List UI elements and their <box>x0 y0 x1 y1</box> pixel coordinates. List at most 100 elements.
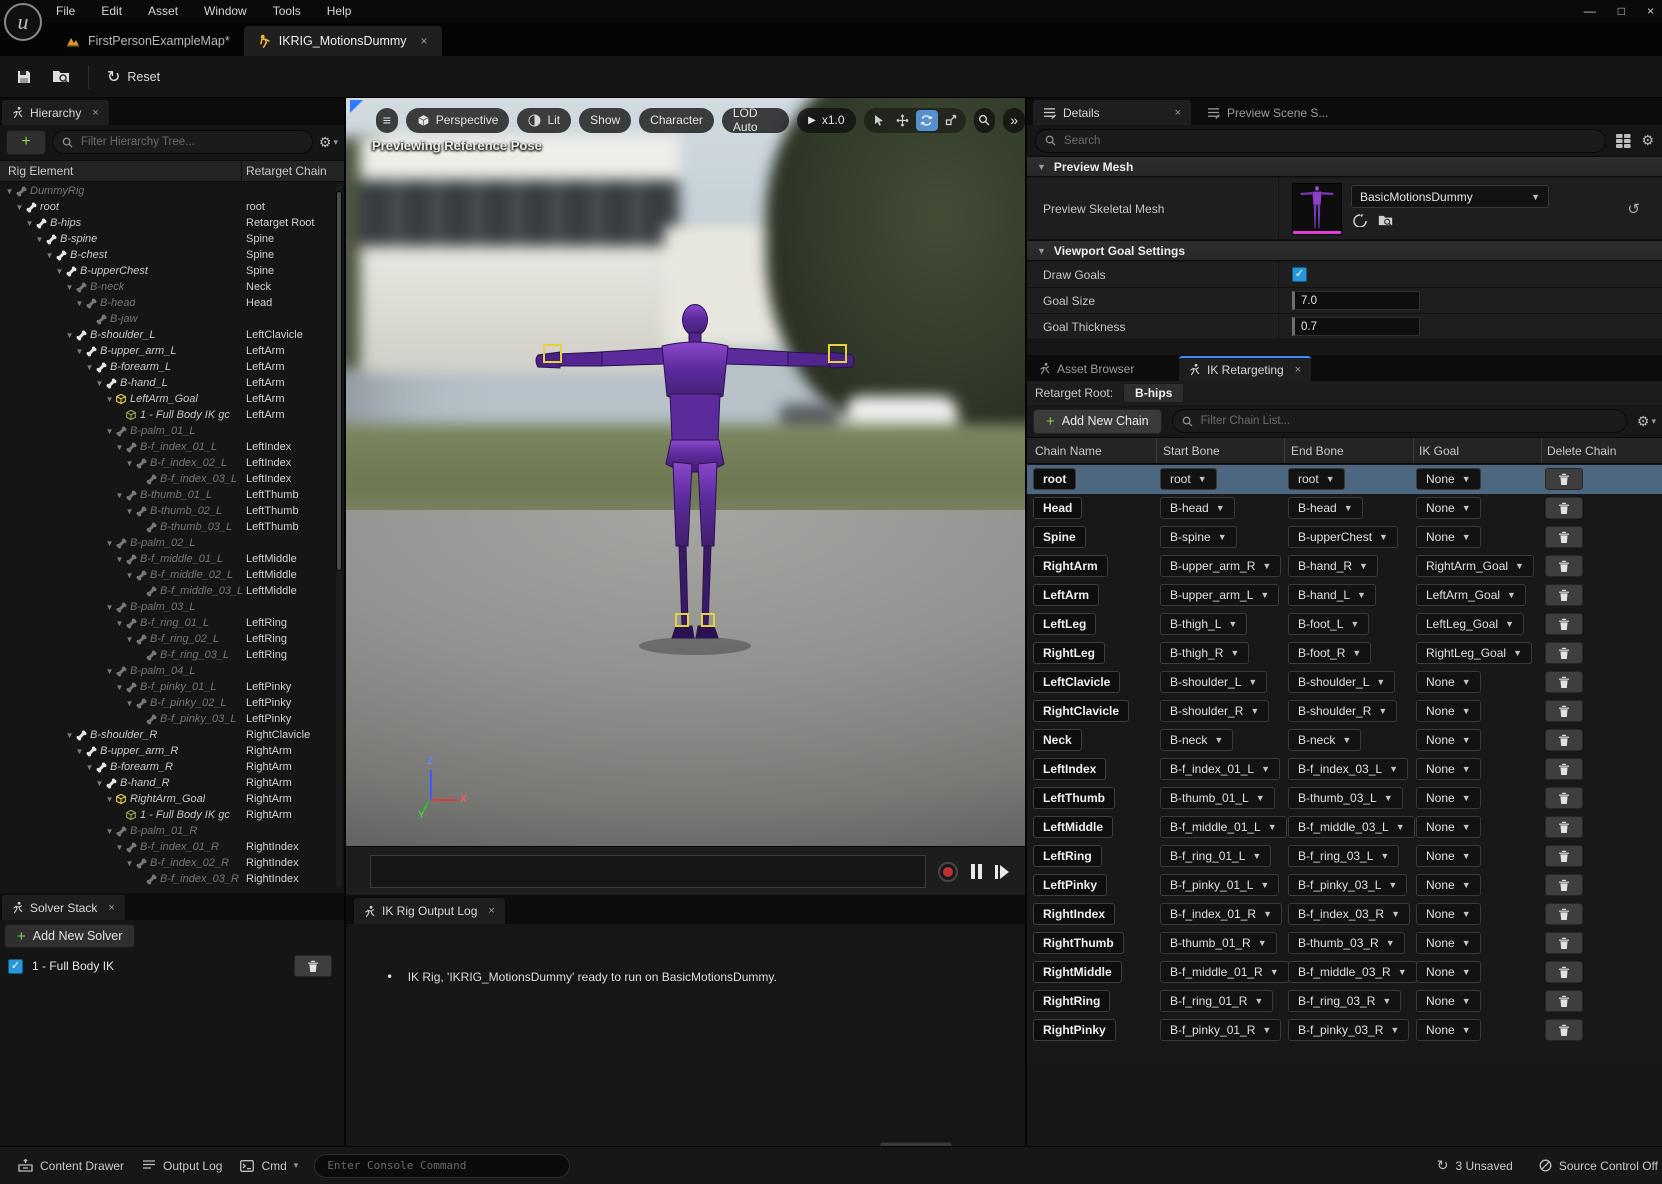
expander-icon[interactable]: ▼ <box>4 187 15 196</box>
start-bone-dropdown[interactable]: B-upper_arm_R▼ <box>1160 555 1281 577</box>
hierarchy-row-b-f-index-01-l[interactable]: ▼B-f_index_01_LLeftIndex <box>0 439 336 455</box>
expander-icon[interactable]: ▼ <box>114 443 125 452</box>
delete-chain-button[interactable] <box>1545 642 1583 664</box>
minimize-button[interactable]: — <box>1584 4 1596 18</box>
hierarchy-row-b-f-index-02-l[interactable]: ▼B-f_index_02_LLeftIndex <box>0 455 336 471</box>
retarget-root-value[interactable]: B-hips <box>1123 383 1184 403</box>
tab-close-icon[interactable]: × <box>108 902 114 914</box>
hierarchy-row-b-chest[interactable]: ▼B-chestSpine <box>0 247 336 263</box>
hierarchy-row-b-f-middle-01-l[interactable]: ▼B-f_middle_01_LLeftMiddle <box>0 551 336 567</box>
delete-chain-button[interactable] <box>1545 990 1583 1012</box>
expander-icon[interactable]: ▼ <box>64 283 75 292</box>
playback-speed-button[interactable]: ▶ x1.0 <box>797 108 855 133</box>
chain-name-field[interactable]: Head <box>1033 497 1082 519</box>
lit-dropdown[interactable]: Lit <box>517 108 571 133</box>
delete-chain-button[interactable] <box>1545 961 1583 983</box>
end-bone-dropdown[interactable]: B-f_index_03_L▼ <box>1288 758 1408 780</box>
hierarchy-filter[interactable] <box>52 130 313 154</box>
chain-name-field[interactable]: RightArm <box>1033 555 1108 577</box>
expander-icon[interactable]: ▼ <box>84 363 95 372</box>
hierarchy-row-b-hips[interactable]: ▼B-hipsRetarget Root <box>0 215 336 231</box>
section-viewport-goal-settings[interactable]: ▼ Viewport Goal Settings <box>1027 240 1662 261</box>
delete-chain-button[interactable] <box>1545 584 1583 606</box>
tab-close-icon[interactable]: × <box>421 34 428 48</box>
viewport-3d[interactable]: Previewing Reference Pose ≡ Perspective … <box>346 98 1025 846</box>
record-button[interactable] <box>938 862 958 882</box>
expander-icon[interactable]: ▼ <box>74 347 85 356</box>
expander-icon[interactable]: ▼ <box>124 571 135 580</box>
start-bone-dropdown[interactable]: B-shoulder_L▼ <box>1160 671 1267 693</box>
ik-goal-dropdown[interactable]: RightLeg_Goal▼ <box>1416 642 1532 664</box>
expander-icon[interactable]: ▼ <box>14 203 25 212</box>
hierarchy-scrollbar[interactable] <box>336 183 342 888</box>
show-dropdown[interactable]: Show <box>579 108 631 133</box>
chain-filter[interactable] <box>1172 409 1627 433</box>
chain-row-leftarm[interactable]: LeftArmB-upper_arm_L▼B-hand_L▼LeftArm_Go… <box>1027 581 1662 610</box>
tab-close-icon[interactable]: × <box>92 107 98 119</box>
end-bone-dropdown[interactable]: B-hand_R▼ <box>1288 555 1378 577</box>
expander-icon[interactable]: ▼ <box>94 779 105 788</box>
hierarchy-row-dummyrig[interactable]: ▼DummyRig <box>0 183 336 199</box>
toolbar-overflow-button[interactable]: » <box>1003 108 1025 133</box>
chain-row-leftindex[interactable]: LeftIndexB-f_index_01_L▼B-f_index_03_L▼N… <box>1027 755 1662 784</box>
delete-chain-button[interactable] <box>1545 1019 1583 1041</box>
chain-row-root[interactable]: rootroot▼root▼None▼ <box>1027 465 1662 494</box>
tab-preview-scene-settings[interactable]: Preview Scene S... <box>1197 100 1338 125</box>
chain-name-field[interactable]: LeftLeg <box>1033 613 1096 635</box>
end-bone-dropdown[interactable]: B-foot_L▼ <box>1288 613 1369 635</box>
character-dropdown[interactable]: Character <box>639 108 714 133</box>
perspective-dropdown[interactable]: Perspective <box>406 108 510 133</box>
chain-name-field[interactable]: LeftArm <box>1033 584 1099 606</box>
tab-close-icon[interactable]: × <box>488 905 494 917</box>
end-bone-dropdown[interactable]: B-f_ring_03_R▼ <box>1288 990 1401 1012</box>
hierarchy-row-b-upper-arm-l[interactable]: ▼B-upper_arm_LLeftArm <box>0 343 336 359</box>
hierarchy-row-b-palm-01-l[interactable]: ▼B-palm_01_L <box>0 423 336 439</box>
hierarchy-row-b-f-index-03-r[interactable]: B-f_index_03_RRightIndex <box>0 871 336 887</box>
ik-goal-dropdown[interactable]: None▼ <box>1416 758 1481 780</box>
end-bone-dropdown[interactable]: B-f_ring_03_L▼ <box>1288 845 1399 867</box>
chain-name-field[interactable]: RightPinky <box>1033 1019 1116 1041</box>
start-bone-dropdown[interactable]: B-f_middle_01_R▼ <box>1160 961 1289 983</box>
end-bone-dropdown[interactable]: B-f_index_03_R▼ <box>1288 903 1410 925</box>
chain-row-leftclavicle[interactable]: LeftClavicleB-shoulder_L▼B-shoulder_L▼No… <box>1027 668 1662 697</box>
collapse-arrow-icon[interactable]: ▼ <box>1037 162 1046 172</box>
delete-chain-button[interactable] <box>1545 787 1583 809</box>
output-log-button[interactable]: Output Log <box>142 1159 222 1173</box>
end-bone-dropdown[interactable]: B-f_middle_03_R▼ <box>1288 961 1417 983</box>
ik-goal-dropdown[interactable]: None▼ <box>1416 729 1481 751</box>
add-rig-element-button[interactable]: + <box>6 130 46 155</box>
hierarchy-row-b-forearm-l[interactable]: ▼B-forearm_LLeftArm <box>0 359 336 375</box>
hierarchy-row-b-jaw[interactable]: B-jaw <box>0 311 336 327</box>
menu-asset[interactable]: Asset <box>148 4 178 18</box>
hierarchy-row-b-f-pinky-02-l[interactable]: ▼B-f_pinky_02_LLeftPinky <box>0 695 336 711</box>
solver-enabled-checkbox[interactable]: ✓ <box>8 959 23 974</box>
hierarchy-row-leftarm-goal[interactable]: ▼LeftArm_GoalLeftArm <box>0 391 336 407</box>
hierarchy-row-1-full-body-ik-gc[interactable]: 1 - Full Body IK gcLeftArm <box>0 407 336 423</box>
tab-asset-browser[interactable]: Asset Browser <box>1029 356 1144 381</box>
menu-tools[interactable]: Tools <box>273 4 301 18</box>
end-bone-dropdown[interactable]: B-f_pinky_03_R▼ <box>1288 1019 1409 1041</box>
chain-name-field[interactable]: LeftMiddle <box>1033 816 1113 838</box>
hierarchy-row-rightarm-goal[interactable]: ▼RightArm_GoalRightArm <box>0 791 336 807</box>
chain-row-leftmiddle[interactable]: LeftMiddleB-f_middle_01_L▼B-f_middle_03_… <box>1027 813 1662 842</box>
ik-goal-dropdown[interactable]: None▼ <box>1416 816 1481 838</box>
chain-name-field[interactable]: LeftIndex <box>1033 758 1106 780</box>
chain-row-rightindex[interactable]: RightIndexB-f_index_01_R▼B-f_index_03_R▼… <box>1027 900 1662 929</box>
end-bone-dropdown[interactable]: B-thumb_03_R▼ <box>1288 932 1405 954</box>
chain-row-rightleg[interactable]: RightLegB-thigh_R▼B-foot_R▼RightLeg_Goal… <box>1027 639 1662 668</box>
add-new-solver-button[interactable]: + Add New Solver <box>4 924 135 948</box>
details-search[interactable] <box>1035 129 1606 153</box>
ik-goal-dropdown[interactable]: LeftArm_Goal▼ <box>1416 584 1526 606</box>
tab-ikrig-motionsdummy[interactable]: IKRIG_MotionsDummy × <box>244 26 442 56</box>
start-bone-dropdown[interactable]: root▼ <box>1160 468 1217 490</box>
ik-goal-dropdown[interactable]: None▼ <box>1416 497 1481 519</box>
expander-icon[interactable]: ▼ <box>104 827 115 836</box>
hierarchy-row-b-neck[interactable]: ▼B-neckNeck <box>0 279 336 295</box>
save-button[interactable] <box>6 62 42 92</box>
ik-goal-dropdown[interactable]: LeftLeg_Goal▼ <box>1416 613 1524 635</box>
hierarchy-row-b-upperchest[interactable]: ▼B-upperChestSpine <box>0 263 336 279</box>
ik-goal-dropdown[interactable]: None▼ <box>1416 787 1481 809</box>
hierarchy-row-b-thumb-03-l[interactable]: B-thumb_03_LLeftThumb <box>0 519 336 535</box>
column-rig-element[interactable]: Rig Element <box>8 164 73 178</box>
ik-goal-dropdown[interactable]: None▼ <box>1416 874 1481 896</box>
